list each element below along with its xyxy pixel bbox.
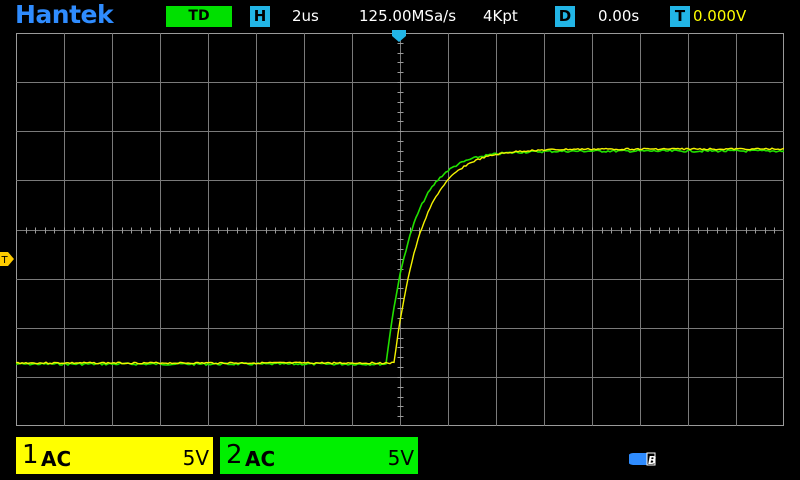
channel-1-coupling: AC bbox=[41, 447, 72, 471]
trigger-level-value[interactable]: 0.000V bbox=[693, 6, 746, 27]
channel-1-box[interactable]: 1 AC 5V bbox=[16, 437, 213, 474]
waveform-display[interactable] bbox=[16, 33, 784, 426]
usb-storage-label: B bbox=[648, 454, 656, 467]
trigger-icon[interactable]: T bbox=[670, 6, 690, 27]
channel-1-number: 1 bbox=[22, 440, 39, 470]
timebase-value[interactable]: 2us bbox=[292, 6, 319, 27]
sample-rate-value: 125.00MSa/s bbox=[359, 7, 457, 25]
brand-logo: Hantek bbox=[15, 0, 114, 29]
channel-2-box[interactable]: 2 AC 5V bbox=[220, 437, 418, 474]
delay-value[interactable]: 0.00s bbox=[598, 6, 639, 27]
channel-1-scale: 5V bbox=[182, 446, 209, 470]
trigger-position-marker-icon[interactable] bbox=[392, 30, 406, 42]
memory-depth-value[interactable]: 4Kpt bbox=[483, 6, 518, 27]
trigger-mode-button[interactable]: TD bbox=[166, 6, 232, 27]
usb-storage-icon: B bbox=[629, 452, 656, 467]
channel-2-number: 2 bbox=[226, 440, 243, 470]
trigger-level-marker-label: T bbox=[1, 255, 9, 266]
status-bar: Hantek TD H 2us 125.00MSa/s 4Kpt D 0.00s… bbox=[0, 0, 800, 32]
channel-2-coupling: AC bbox=[245, 447, 276, 471]
trigger-level-marker-icon[interactable]: T bbox=[0, 252, 14, 266]
channel-2-scale: 5V bbox=[387, 446, 414, 470]
horizontal-icon[interactable]: H bbox=[250, 6, 270, 27]
delay-icon[interactable]: D bbox=[555, 6, 575, 27]
